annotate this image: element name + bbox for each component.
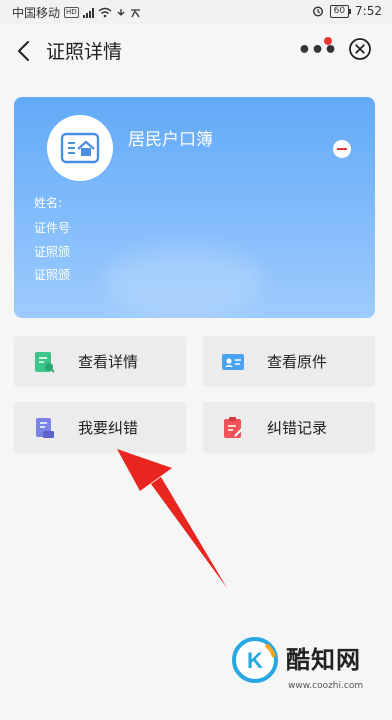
document-view-icon [35,352,55,373]
logo-letter: K [247,648,263,673]
clock-time: 7:52 [355,4,382,18]
more-button[interactable]: ••• [292,36,342,66]
page-title: 证照详情 [46,41,123,63]
watermark-name: 酷知网 [286,646,361,674]
status-bar: 中国移动 HD 60 7:52 [0,0,392,24]
report-error-button[interactable]: 我要纠错 [14,402,186,453]
status-right: 60 7:52 [312,4,382,18]
field-name-label: 姓名: [34,196,63,210]
field-issuer-label: 证照颁 [34,245,71,259]
battery-indicator: 60 [329,4,352,18]
report-error-label: 我要纠错 [78,419,139,437]
card-decoration [104,247,264,317]
correction-history-button[interactable]: 纠错记录 [203,402,375,453]
chevron-left-icon[interactable] [14,38,34,64]
view-details-label: 查看详情 [78,353,139,371]
correction-history-label: 纠错记录 [267,419,328,437]
app-header: 证照详情 ••• [0,24,392,78]
signal-icon [82,7,94,18]
certificate-name: 居民户口簿 [128,130,213,150]
remove-certificate-button[interactable] [333,140,351,158]
clipboard-edit-icon [224,417,243,438]
status-left: 中国移动 HD [12,4,141,21]
carrier-label: 中国移动 [12,6,61,20]
watermark-url: www.coozhi.com [288,681,364,691]
more-dots-icon: ••• [297,38,337,63]
id-card-icon [222,354,244,370]
view-original-button[interactable]: 查看原件 [203,336,375,387]
field-issue-date-label: 证照颁 [34,268,71,282]
app-notification-icon [130,8,140,17]
sync-icon [117,8,125,16]
field-id-number-label: 证件号 [34,221,71,235]
coozhi-logo-icon: K [232,637,278,683]
alarm-icon [312,6,323,17]
notification-dot [324,37,332,45]
certificate-icon-badge [47,115,113,181]
hd-badge: HD [64,7,79,18]
certificate-card[interactable]: 居民户口簿 姓名: 证件号 证照颁 证照颁 [14,97,375,318]
view-details-button[interactable]: 查看详情 [14,336,186,387]
wifi-icon [98,7,112,18]
close-circle-icon[interactable] [348,37,372,61]
stamp-icon [36,418,54,438]
household-register-icon [60,132,100,164]
view-original-label: 查看原件 [267,353,328,371]
